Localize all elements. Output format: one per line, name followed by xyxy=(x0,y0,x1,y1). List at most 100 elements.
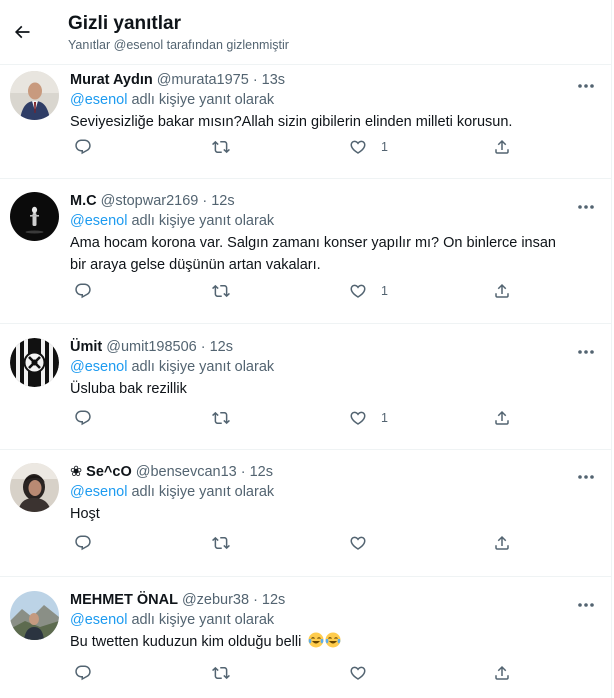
retweet-icon xyxy=(212,536,230,550)
more-button[interactable] xyxy=(575,468,597,486)
tweet-body: ❀ Se^cO @bensevcan13 · 12s @esenol adlı … xyxy=(70,461,595,576)
tweet[interactable]: MEHMET ÖNAL @zebur38 · 12s @esenol adlı … xyxy=(0,577,611,697)
author-name[interactable]: ❀ Se^cO xyxy=(70,463,132,482)
reply-button[interactable] xyxy=(74,409,92,427)
timestamp[interactable]: 12s xyxy=(250,463,273,482)
back-arrow-icon xyxy=(14,25,30,39)
author-name[interactable]: Murat Aydın xyxy=(70,71,153,90)
reply-button[interactable] xyxy=(74,138,92,156)
reply-button[interactable] xyxy=(74,282,92,300)
reply-mention-link[interactable]: @esenol xyxy=(70,484,127,500)
author-handle[interactable]: @umit198506 xyxy=(106,338,197,357)
reply-context-label: adlı kişiye yanıt olarak xyxy=(127,612,275,628)
more-icon xyxy=(578,205,594,209)
separator-dot: · xyxy=(200,339,206,355)
tweet[interactable]: Murat Aydın @murata1975 · 13s @esenol ad… xyxy=(0,65,611,179)
header-text: Gizli yanıtlar Yanıtlar @esenol tarafınd… xyxy=(68,13,289,53)
reply-mention-link[interactable]: @esenol xyxy=(70,612,127,628)
share-button[interactable] xyxy=(493,409,511,427)
share-icon xyxy=(495,535,509,550)
author-handle[interactable]: @bensevcan13 xyxy=(136,463,237,482)
avatar[interactable] xyxy=(10,192,59,241)
page-subtitle: Yanıtlar @esenol tarafından gizlenmiştir xyxy=(68,38,289,52)
share-button[interactable] xyxy=(493,534,511,552)
tweet[interactable]: Ümit @umit198506 · 12s @esenol adlı kişi… xyxy=(0,324,611,450)
reply-button[interactable] xyxy=(74,534,92,552)
author-handle[interactable]: @murata1975 xyxy=(157,71,249,90)
tweet-body: MEHMET ÖNAL @zebur38 · 12s @esenol adlı … xyxy=(70,589,595,697)
author-handle[interactable]: @stopwar2169 xyxy=(101,192,199,211)
timestamp[interactable]: 12s xyxy=(211,192,234,211)
timestamp[interactable]: 13s xyxy=(262,71,285,90)
retweet-button[interactable] xyxy=(212,534,230,552)
tweet[interactable]: ❀ Se^cO @bensevcan13 · 12s @esenol adlı … xyxy=(0,450,611,577)
reply-context: @esenol adlı kişiye yanıt olarak xyxy=(70,212,595,231)
like-button[interactable] xyxy=(349,664,381,682)
author-name[interactable]: M.C xyxy=(70,192,97,211)
like-button[interactable] xyxy=(349,534,381,552)
like-icon xyxy=(350,536,366,550)
reply-context: @esenol adlı kişiye yanıt olarak xyxy=(70,483,595,502)
share-icon xyxy=(495,665,509,680)
like-count: 1 xyxy=(381,284,388,298)
retweet-button[interactable] xyxy=(212,282,230,300)
like-icon xyxy=(350,411,366,425)
header: Gizli yanıtlar Yanıtlar @esenol tarafınd… xyxy=(0,0,611,65)
retweet-icon xyxy=(212,666,230,680)
author-name[interactable]: MEHMET ÖNAL xyxy=(70,591,178,610)
more-button[interactable] xyxy=(575,198,597,216)
separator-dot: · xyxy=(253,592,258,608)
reply-icon xyxy=(75,283,91,299)
more-button[interactable] xyxy=(575,596,597,614)
timestamp[interactable]: 12s xyxy=(210,338,233,357)
more-icon xyxy=(578,603,594,607)
share-icon xyxy=(495,139,509,154)
tweet-text-line: bir araya gelse düşünün artan vakaları. xyxy=(70,257,321,273)
tweet-text-line: Üsluba bak rezillik xyxy=(70,381,187,397)
retweet-button[interactable] xyxy=(212,664,230,682)
reply-context-label: adlı kişiye yanıt olarak xyxy=(127,213,275,229)
avatar[interactable] xyxy=(10,463,59,512)
more-button[interactable] xyxy=(575,77,597,95)
like-icon xyxy=(350,666,366,680)
reply-icon xyxy=(75,535,91,551)
more-icon xyxy=(578,84,594,88)
share-button[interactable] xyxy=(493,282,511,300)
back-button[interactable] xyxy=(4,14,40,50)
tweet-header: MEHMET ÖNAL @zebur38 · 12s xyxy=(70,591,595,610)
reply-mention-link[interactable]: @esenol xyxy=(70,213,127,229)
tweet[interactable]: M.C @stopwar2169 · 12s @esenol adlı kişi… xyxy=(0,179,611,324)
tweet-text: Seviyesizliğe bakar mısın?Allah sizin gi… xyxy=(70,111,595,133)
reply-button[interactable] xyxy=(74,664,92,682)
tweet-text: Hoşt xyxy=(70,503,595,525)
avatar[interactable] xyxy=(10,338,59,387)
share-button[interactable] xyxy=(493,664,511,682)
like-button[interactable]: 1 xyxy=(349,138,388,156)
reply-icon xyxy=(75,665,91,681)
retweet-button[interactable] xyxy=(212,409,230,427)
avatar[interactable] xyxy=(10,591,59,640)
avatar[interactable] xyxy=(10,71,59,120)
reply-mention-link[interactable]: @esenol xyxy=(70,359,127,375)
tweet-text-line: Hoşt xyxy=(70,506,100,522)
retweet-button[interactable] xyxy=(212,138,230,156)
share-icon xyxy=(495,283,509,298)
like-count: 1 xyxy=(381,140,388,154)
like-count: 1 xyxy=(381,411,388,425)
like-button[interactable]: 1 xyxy=(349,282,388,300)
like-button[interactable]: 1 xyxy=(349,409,388,427)
reply-icon xyxy=(75,410,91,426)
timestamp[interactable]: 12s xyxy=(262,591,285,610)
retweet-icon xyxy=(212,140,230,154)
tweet-text: Bu twetten kuduzun kim olduğu belli xyxy=(70,631,595,653)
author-handle[interactable]: @zebur38 xyxy=(182,591,249,610)
share-button[interactable] xyxy=(493,138,511,156)
like-icon xyxy=(350,140,366,154)
tweet-body: Murat Aydın @murata1975 · 13s @esenol ad… xyxy=(70,69,595,178)
more-button[interactable] xyxy=(575,343,597,361)
author-name[interactable]: Ümit xyxy=(70,338,102,357)
separator-dot: · xyxy=(202,193,208,209)
share-icon xyxy=(495,410,509,425)
reply-context-label: adlı kişiye yanıt olarak xyxy=(127,359,275,375)
reply-mention-link[interactable]: @esenol xyxy=(70,92,127,108)
